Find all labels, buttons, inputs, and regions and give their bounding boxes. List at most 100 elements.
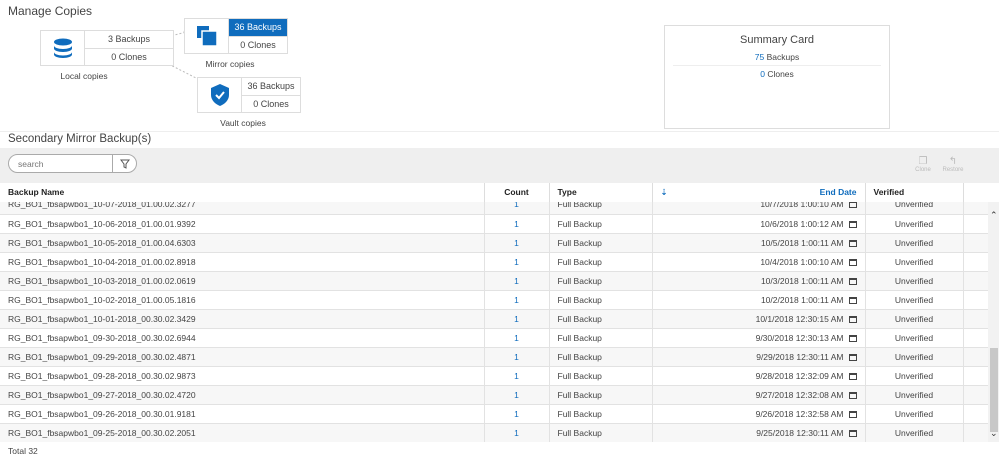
end-date-cell: 10/7/2018 1:00:10 AM <box>652 202 866 215</box>
backup-name: RG_BO1_fbsapwbo1_09-28-2018_00.30.02.987… <box>0 366 485 386</box>
sort-icon[interactable]: ⇣ <box>661 187 668 198</box>
end-date: 9/25/2018 12:30:11 AM <box>756 427 844 438</box>
restore-icon: ↰ <box>948 156 958 167</box>
backup-name: RG_BO1_fbsapwbo1_10-03-2018_01.00.02.061… <box>0 271 485 291</box>
verified-status: Unverified <box>865 252 964 272</box>
table-row[interactable]: RG_BO1_fbsapwbo1_09-28-2018_00.30.02.987… <box>0 366 988 386</box>
backup-count[interactable]: 1 <box>484 328 550 348</box>
vault-clones-count[interactable]: 0 Clones <box>242 96 300 113</box>
table-row[interactable]: RG_BO1_fbsapwbo1_10-06-2018_01.00.01.939… <box>0 214 988 234</box>
calendar-icon <box>848 258 857 266</box>
clone-button[interactable]: ❐ Clone <box>909 156 937 173</box>
local-copies-label: Local copies <box>60 71 108 81</box>
end-date: 10/2/2018 1:00:11 AM <box>760 294 844 305</box>
end-date-cell: 9/30/2018 12:30:13 AM <box>652 328 866 348</box>
table-row[interactable]: RG_BO1_fbsapwbo1_10-05-2018_01.00.04.630… <box>0 233 988 253</box>
backup-type: Full Backup <box>549 252 653 272</box>
local-clones-count[interactable]: 0 Clones <box>85 49 173 66</box>
table-row[interactable]: RG_BO1_fbsapwbo1_10-04-2018_01.00.02.891… <box>0 252 988 272</box>
table-row[interactable]: RG_BO1_fbsapwbo1_09-30-2018_00.30.02.694… <box>0 328 988 348</box>
local-backups-count[interactable]: 3 Backups <box>85 31 173 49</box>
search-input[interactable] <box>9 155 113 172</box>
calendar-icon <box>848 296 857 304</box>
backup-count[interactable]: 1 <box>484 214 550 234</box>
end-date: 10/3/2018 1:00:11 AM <box>760 275 844 286</box>
backup-name: RG_BO1_fbsapwbo1_10-07-2018_01.00.02.327… <box>0 202 485 215</box>
backup-count[interactable]: 1 <box>484 385 550 405</box>
calendar-icon <box>848 202 857 209</box>
backup-type: Full Backup <box>549 423 653 442</box>
mirror-clones-count[interactable]: 0 Clones <box>229 37 287 54</box>
scroll-up-icon[interactable]: ⌃ <box>990 210 998 221</box>
backup-count[interactable]: 1 <box>484 347 550 367</box>
vault-backups-count[interactable]: 36 Backups <box>242 78 300 96</box>
mirror-copies-tile[interactable]: 36 Backups 0 Clones <box>184 18 288 54</box>
col-count[interactable]: Count <box>484 183 550 203</box>
end-date: 10/4/2018 1:00:10 AM <box>760 256 844 267</box>
shield-check-icon <box>198 78 242 112</box>
table-row[interactable]: RG_BO1_fbsapwbo1_09-29-2018_00.30.02.487… <box>0 347 988 367</box>
summary-clones-label: Clones <box>767 69 794 79</box>
col-verified[interactable]: Verified <box>865 183 964 203</box>
col-end-date[interactable]: ⇣ End Date <box>652 183 866 203</box>
calendar-icon <box>848 315 857 323</box>
table-row[interactable]: RG_BO1_fbsapwbo1_10-07-2018_01.00.02.327… <box>0 202 988 215</box>
end-date-cell: 10/4/2018 1:00:10 AM <box>652 252 866 272</box>
backup-type: Full Backup <box>549 214 653 234</box>
table-row[interactable]: RG_BO1_fbsapwbo1_09-27-2018_00.30.02.472… <box>0 385 988 405</box>
table-row[interactable]: RG_BO1_fbsapwbo1_10-03-2018_01.00.02.061… <box>0 271 988 291</box>
end-date: 9/26/2018 12:32:58 AM <box>755 408 844 419</box>
clone-icon: ❐ <box>918 156 928 167</box>
scrollbar-thumb[interactable] <box>990 348 998 432</box>
end-date-cell: 9/29/2018 12:30:11 AM <box>652 347 866 367</box>
end-date: 9/28/2018 12:32:09 AM <box>755 370 844 381</box>
backup-count[interactable]: 1 <box>484 233 550 253</box>
local-copies-tile[interactable]: 3 Backups 0 Clones <box>40 30 174 66</box>
calendar-icon <box>848 239 857 247</box>
backup-count[interactable]: 1 <box>484 252 550 272</box>
backup-count[interactable]: 1 <box>484 271 550 291</box>
scrollbar[interactable]: ⌃ ⌄ <box>988 202 999 442</box>
backup-count[interactable]: 1 <box>484 366 550 386</box>
end-date-cell: 10/5/2018 1:00:11 AM <box>652 233 866 253</box>
verified-status: Unverified <box>865 328 964 348</box>
backup-name: RG_BO1_fbsapwbo1_09-29-2018_00.30.02.487… <box>0 347 485 367</box>
table-row[interactable]: RG_BO1_fbsapwbo1_09-26-2018_00.30.01.918… <box>0 404 988 424</box>
verified-status: Unverified <box>865 347 964 367</box>
backup-count[interactable]: 1 <box>484 202 550 215</box>
backup-type: Full Backup <box>549 366 653 386</box>
table-row[interactable]: RG_BO1_fbsapwbo1_09-25-2018_00.30.02.205… <box>0 423 988 442</box>
vault-copies-tile[interactable]: 36 Backups 0 Clones <box>197 77 301 113</box>
backup-type: Full Backup <box>549 404 653 424</box>
table-row[interactable]: RG_BO1_fbsapwbo1_10-01-2018_00.30.02.342… <box>0 309 988 329</box>
verified-status: Unverified <box>865 202 964 215</box>
backup-name: RG_BO1_fbsapwbo1_10-01-2018_00.30.02.342… <box>0 309 485 329</box>
mirror-copies-icon <box>185 19 229 53</box>
backup-count[interactable]: 1 <box>484 423 550 442</box>
backup-name: RG_BO1_fbsapwbo1_09-26-2018_00.30.01.918… <box>0 404 485 424</box>
end-date: 10/6/2018 1:00:12 AM <box>760 218 844 229</box>
calendar-icon <box>848 334 857 342</box>
section-title: Secondary Mirror Backup(s) <box>8 133 152 145</box>
backup-count[interactable]: 1 <box>484 290 550 310</box>
mirror-copies-label: Mirror copies <box>205 59 255 69</box>
verified-status: Unverified <box>865 366 964 386</box>
scroll-down-icon[interactable]: ⌄ <box>990 428 998 439</box>
calendar-icon <box>848 429 857 437</box>
col-type[interactable]: Type <box>549 183 653 203</box>
restore-button[interactable]: ↰ Restore <box>939 156 967 173</box>
col-end-date-label: End Date <box>819 186 857 197</box>
filter-icon[interactable] <box>113 155 136 172</box>
verified-status: Unverified <box>865 385 964 405</box>
end-date: 9/30/2018 12:30:13 AM <box>755 332 844 343</box>
calendar-icon <box>848 372 857 380</box>
end-date-cell: 10/2/2018 1:00:11 AM <box>652 290 866 310</box>
end-date-cell: 9/26/2018 12:32:58 AM <box>652 404 866 424</box>
verified-status: Unverified <box>865 290 964 310</box>
backup-count[interactable]: 1 <box>484 309 550 329</box>
table-body: RG_BO1_fbsapwbo1_10-07-2018_01.00.02.327… <box>0 202 988 442</box>
backup-count[interactable]: 1 <box>484 404 550 424</box>
col-backup-name[interactable]: Backup Name <box>0 183 485 203</box>
mirror-backups-count[interactable]: 36 Backups <box>229 19 287 37</box>
table-row[interactable]: RG_BO1_fbsapwbo1_10-02-2018_01.00.05.181… <box>0 290 988 310</box>
